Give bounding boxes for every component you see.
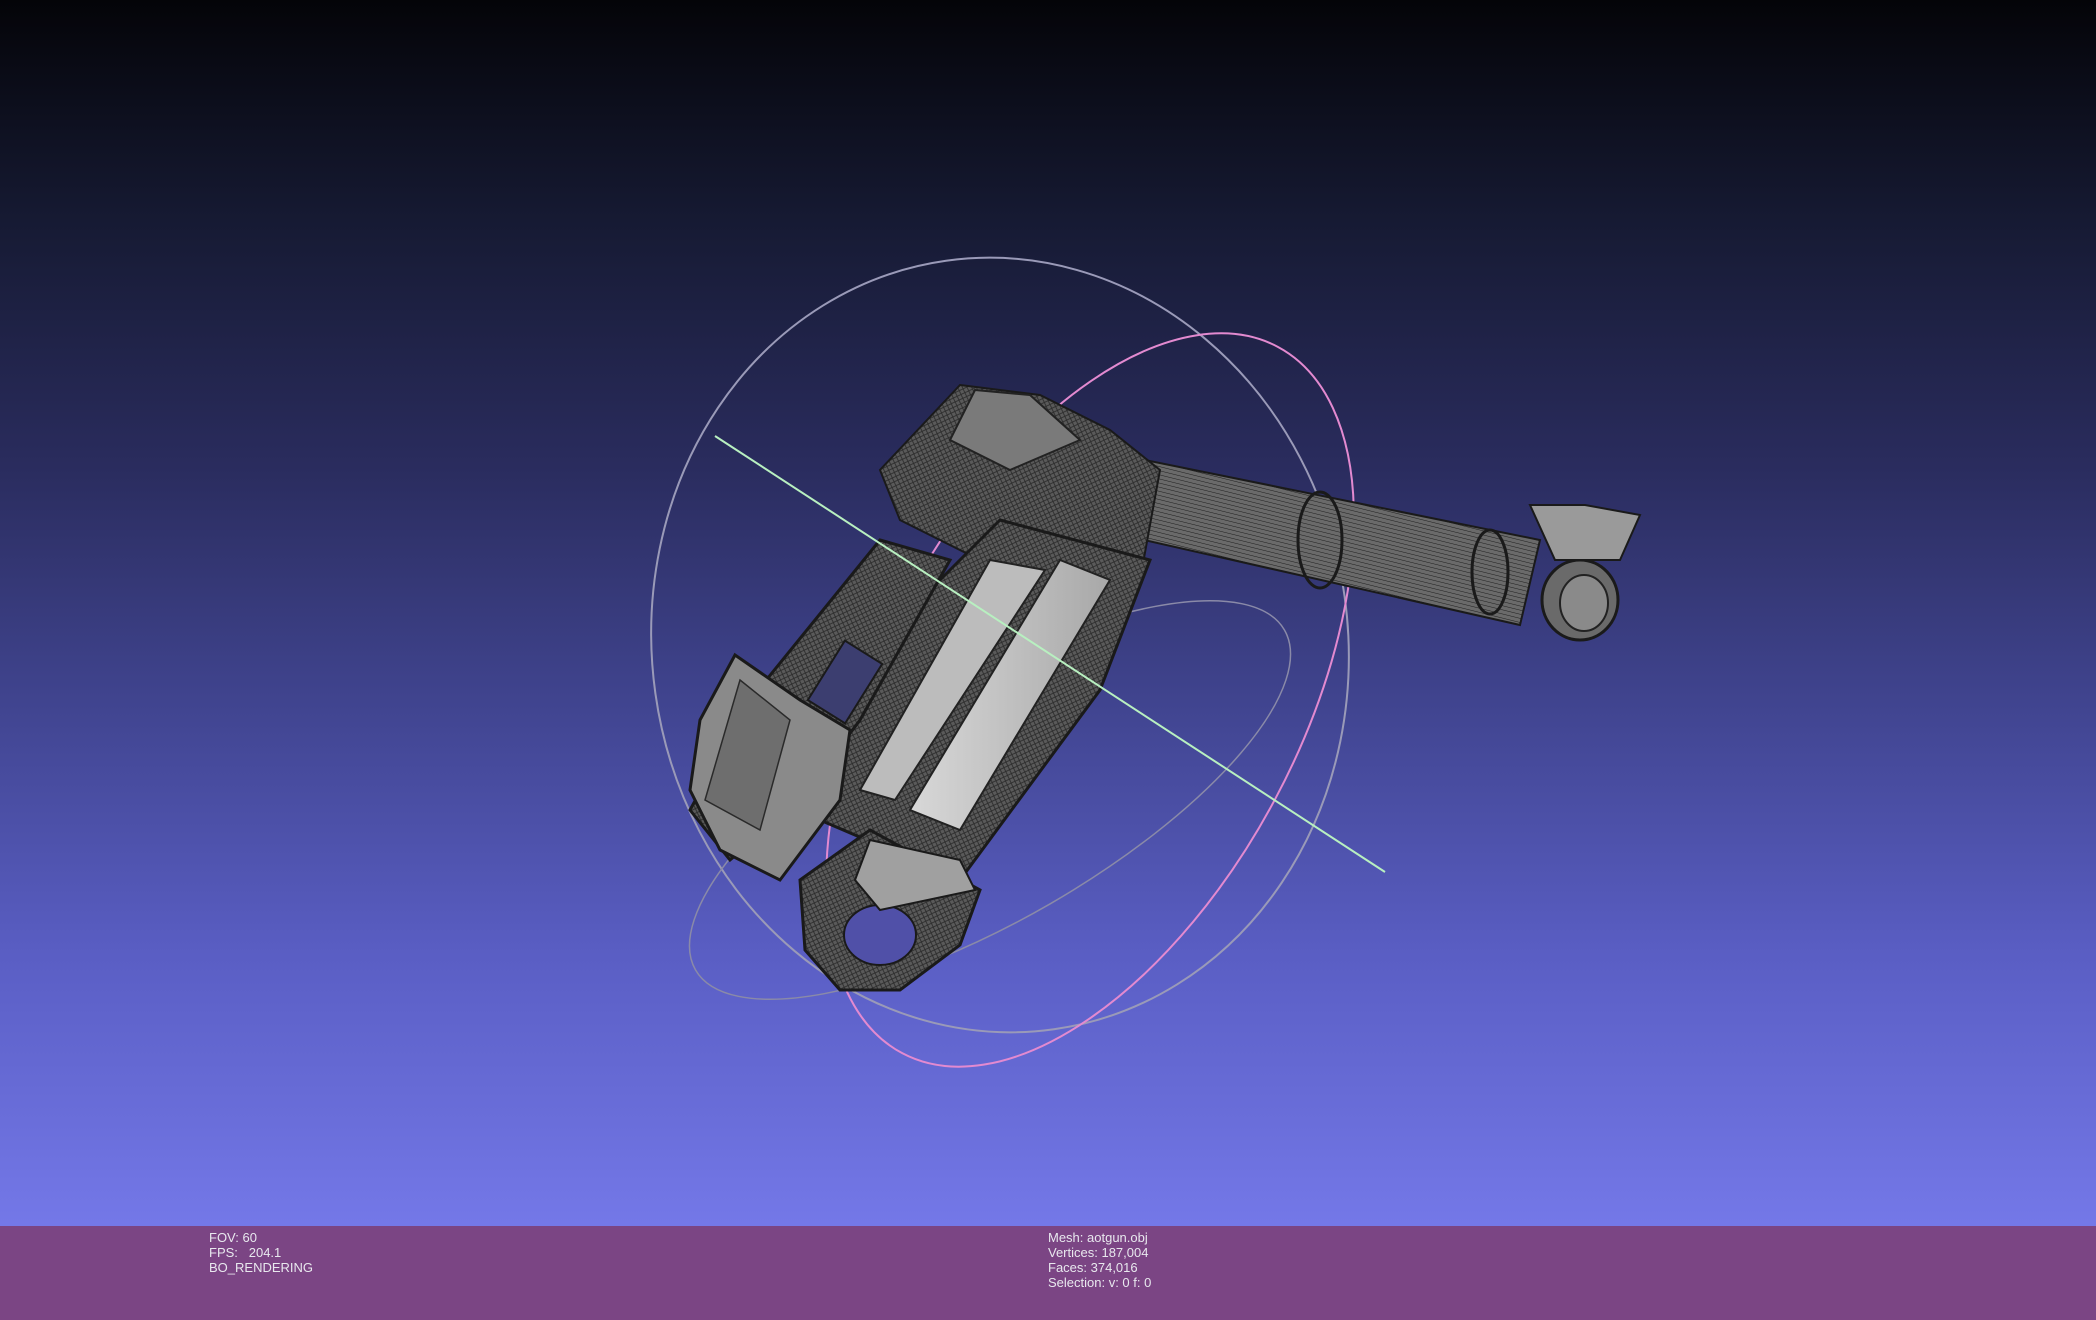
mesh-info: Mesh: aotgun.obj Vertices: 187,004 Faces… <box>1048 1230 1151 1290</box>
mesh-scene[interactable] <box>0 0 2096 1226</box>
render-mode: BO_RENDERING <box>209 1260 314 1275</box>
base-loop-hole <box>843 904 917 966</box>
status-bar: FOV: 60 FPS: 204.1 BO_RENDERING Mesh: ao… <box>0 1226 2096 1320</box>
fps-readout: FPS: 204.1 <box>209 1245 282 1260</box>
3d-viewport[interactable] <box>0 0 2096 1226</box>
fov-readout: FOV: 60 <box>209 1230 257 1245</box>
render-info: FOV: 60 FPS: 204.1 BO_RENDERING <box>209 1230 313 1275</box>
selection-info: Selection: v: 0 f: 0 <box>1048 1275 1152 1290</box>
front-sight <box>1528 504 1642 561</box>
gun-mesh[interactable] <box>688 383 1642 992</box>
vertex-count: Vertices: 187,004 <box>1048 1245 1149 1260</box>
barrel <box>1098 453 1542 627</box>
barrel-bore <box>1559 574 1609 632</box>
face-count: Faces: 374,016 <box>1048 1260 1138 1275</box>
mesh-name: Mesh: aotgun.obj <box>1048 1230 1148 1245</box>
